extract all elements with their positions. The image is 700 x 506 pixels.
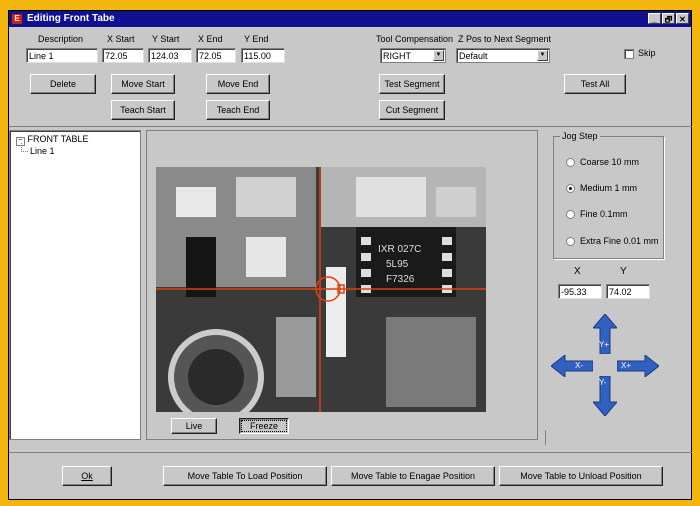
- restore-button[interactable]: 🗗: [662, 13, 675, 24]
- teach-start-button[interactable]: Teach Start: [111, 100, 175, 120]
- chip-marking-2: 5L95: [386, 259, 409, 270]
- jog-coarse-label: Coarse 10 mm: [580, 157, 640, 167]
- minimize-button[interactable]: _: [648, 13, 661, 24]
- jog-right-button[interactable]: X+: [616, 353, 660, 379]
- pcb-pad: [436, 187, 476, 217]
- pcb-pad: [236, 177, 296, 217]
- chip-marking-3: F7326: [386, 274, 415, 285]
- jog-extra-fine-radio[interactable]: [566, 237, 575, 246]
- y-start-label: Y Start: [152, 34, 180, 44]
- y-position-value[interactable]: 74.02: [606, 284, 650, 299]
- pcb-pad: [176, 187, 216, 217]
- x-position-value[interactable]: -95.33: [558, 284, 602, 299]
- jog-right-label: X+: [621, 361, 632, 370]
- delete-button[interactable]: Delete: [30, 74, 96, 94]
- x-start-label: X Start: [107, 34, 135, 44]
- window-title: Editing Front Tabe: [27, 13, 115, 24]
- component-round-inner: [188, 349, 244, 405]
- camera-view[interactable]: IXR 027C 5L95 F7326: [156, 167, 486, 412]
- x-end-label: X End: [198, 34, 223, 44]
- teach-end-button[interactable]: Teach End: [206, 100, 270, 120]
- ic-pin: [361, 269, 371, 277]
- tree-connector: [21, 143, 28, 152]
- divider: [545, 430, 546, 445]
- move-end-button[interactable]: Move End: [206, 74, 270, 94]
- jog-down-button[interactable]: Y-: [591, 375, 619, 417]
- z-pos-select[interactable]: Default ▼: [456, 48, 550, 63]
- close-button[interactable]: ✕: [676, 13, 689, 24]
- dropdown-arrow-icon[interactable]: ▼: [433, 50, 444, 61]
- tool-compensation-select[interactable]: RIGHT ▼: [380, 48, 446, 63]
- y-end-label: Y End: [244, 34, 269, 44]
- engage-position-button[interactable]: Move Table to Enagae Position: [331, 466, 495, 486]
- y-end-input[interactable]: 115.00: [241, 48, 285, 63]
- dropdown-arrow-icon[interactable]: ▼: [537, 50, 548, 61]
- jog-step-group: Jog Step Coarse 10 mm Medium 1 mm Fine 0…: [553, 131, 664, 259]
- jog-medium-label: Medium 1 mm: [580, 183, 638, 193]
- test-all-button[interactable]: Test All: [564, 74, 626, 94]
- unload-position-button[interactable]: Move Table to Unload Position: [499, 466, 663, 486]
- title-bar: E Editing Front Tabe _ 🗗 ✕: [9, 11, 691, 27]
- tool-compensation-label: Tool Compensation: [376, 34, 454, 44]
- jog-left-button[interactable]: X-: [550, 353, 594, 379]
- chip-marking-1: IXR 027C: [378, 244, 421, 255]
- window-controls: _ 🗗 ✕: [648, 13, 689, 24]
- pcb-pad: [356, 177, 426, 217]
- skip-checkbox[interactable]: [624, 49, 634, 59]
- divider: [9, 452, 692, 453]
- camera-image: IXR 027C 5L95 F7326: [156, 167, 486, 412]
- move-start-button[interactable]: Move Start: [111, 74, 175, 94]
- jog-coarse-radio[interactable]: [566, 158, 575, 167]
- pcb-region: [386, 317, 476, 407]
- cut-segment-button[interactable]: Cut Segment: [379, 100, 445, 120]
- x-position-label: X: [574, 266, 581, 277]
- z-pos-value: Default: [459, 51, 488, 61]
- z-pos-label: Z Pos to Next Segment: [458, 34, 552, 44]
- description-input[interactable]: Line 1: [26, 48, 98, 63]
- x-start-input[interactable]: 72.05: [102, 48, 144, 63]
- jog-extra-fine-label: Extra Fine 0.01 mm: [580, 236, 659, 246]
- jog-up-button[interactable]: Y+: [591, 313, 619, 355]
- y-position-label: Y: [620, 266, 627, 277]
- jog-down-label: Y-: [599, 378, 607, 387]
- jog-fine-radio[interactable]: [566, 210, 575, 219]
- jog-step-title: Jog Step: [560, 131, 600, 141]
- live-button[interactable]: Live: [171, 418, 217, 434]
- y-start-input[interactable]: 124.03: [148, 48, 192, 63]
- jog-fine-label: Fine 0.1mm: [580, 209, 628, 219]
- ic-pin: [361, 237, 371, 245]
- app-logo-icon: E: [12, 14, 22, 24]
- tool-compensation-value: RIGHT: [383, 51, 411, 61]
- test-segment-button[interactable]: Test Segment: [379, 74, 445, 94]
- jog-left-label: X-: [575, 361, 583, 370]
- arrow-left-icon: [550, 353, 594, 379]
- skip-label: Skip: [638, 48, 656, 58]
- pcb-region: [276, 317, 316, 397]
- freeze-button[interactable]: Freeze: [239, 418, 289, 434]
- x-end-input[interactable]: 72.05: [196, 48, 236, 63]
- divider: [9, 126, 692, 127]
- ok-button[interactable]: Ok: [62, 466, 112, 486]
- ic-pin: [442, 237, 452, 245]
- load-position-button[interactable]: Move Table To Load Position: [163, 466, 327, 486]
- component: [186, 237, 216, 297]
- jog-up-label: Y+: [599, 340, 610, 349]
- jog-medium-radio[interactable]: [566, 184, 575, 193]
- segment-tree[interactable]: − FRONT TABLE Line 1: [9, 130, 141, 440]
- ic-pin: [442, 253, 452, 261]
- tree-child-item[interactable]: Line 1: [30, 146, 55, 156]
- ic-pin: [361, 253, 371, 261]
- ic-pin: [442, 269, 452, 277]
- description-label: Description: [38, 34, 84, 44]
- tree-root-label: FRONT TABLE: [27, 134, 89, 144]
- pcb-pad: [246, 237, 286, 277]
